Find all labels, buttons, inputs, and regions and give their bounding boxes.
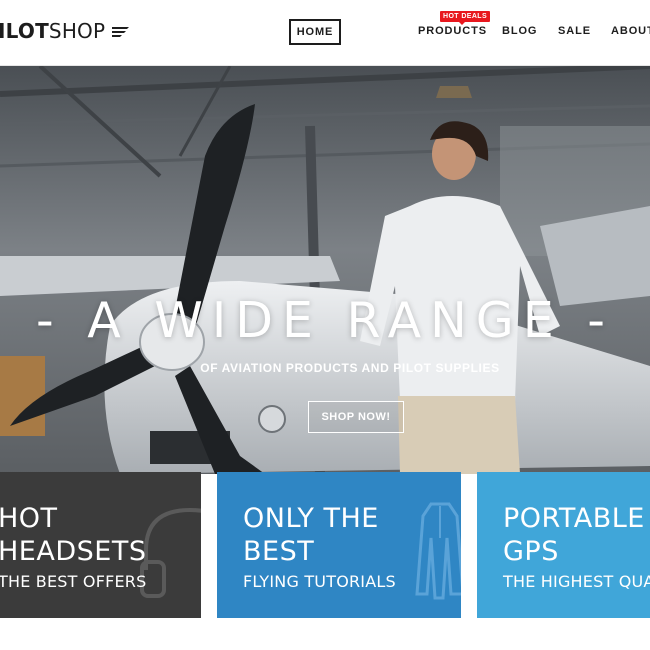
pilot-jacket-icon	[415, 502, 461, 600]
site-header: ILOT SHOP HOME HOT DEALS PRODUCTS BLOG S…	[0, 0, 650, 66]
feature-subtitle: THE HIGHEST QUA	[503, 572, 650, 591]
nav-products[interactable]: PRODUCTS	[418, 25, 487, 37]
nav-home[interactable]: HOME	[289, 19, 341, 45]
nav-about[interactable]: ABOUT	[611, 25, 650, 37]
hero-banner: - A WIDE RANGE - OF AVIATION PRODUCTS AN…	[0, 66, 650, 474]
hero-subtitle: OF AVIATION PRODUCTS AND PILOT SUPPLIES	[200, 361, 500, 375]
feature-title-line2: HEADSETS	[0, 536, 147, 567]
feature-card-headsets[interactable]: HOT HEADSETS THE BEST OFFERS	[0, 472, 201, 618]
feature-title-line2: GPS	[503, 536, 559, 567]
feature-title: PORTABLE GPS	[503, 502, 645, 568]
feature-title-line1: PORTABLE	[503, 503, 645, 534]
page-bottom	[0, 618, 650, 650]
feature-title-line1: ONLY THE	[243, 503, 379, 534]
feature-title-line1: HOT	[0, 503, 58, 534]
feature-subtitle: THE BEST OFFERS	[0, 572, 147, 591]
feature-card-tutorials[interactable]: ONLY THE BEST FLYING TUTORIALS	[217, 472, 461, 618]
nav-sale[interactable]: SALE	[558, 25, 591, 37]
feature-card-gps[interactable]: PORTABLE GPS THE HIGHEST QUA	[477, 472, 650, 618]
main-nav: HOME HOT DEALS PRODUCTS BLOG SALE ABOUT	[0, 0, 650, 66]
hero-title: - A WIDE RANGE -	[36, 292, 614, 349]
hot-deals-badge: HOT DEALS	[440, 11, 491, 25]
feature-subtitle: FLYING TUTORIALS	[243, 572, 396, 591]
headset-icon	[140, 507, 201, 598]
nav-blog[interactable]: BLOG	[502, 25, 537, 37]
feature-title: ONLY THE BEST	[243, 502, 379, 568]
shop-now-button[interactable]: SHOP NOW!	[308, 401, 404, 433]
feature-title: HOT HEADSETS	[0, 502, 146, 568]
feature-title-line2: BEST	[243, 536, 315, 567]
